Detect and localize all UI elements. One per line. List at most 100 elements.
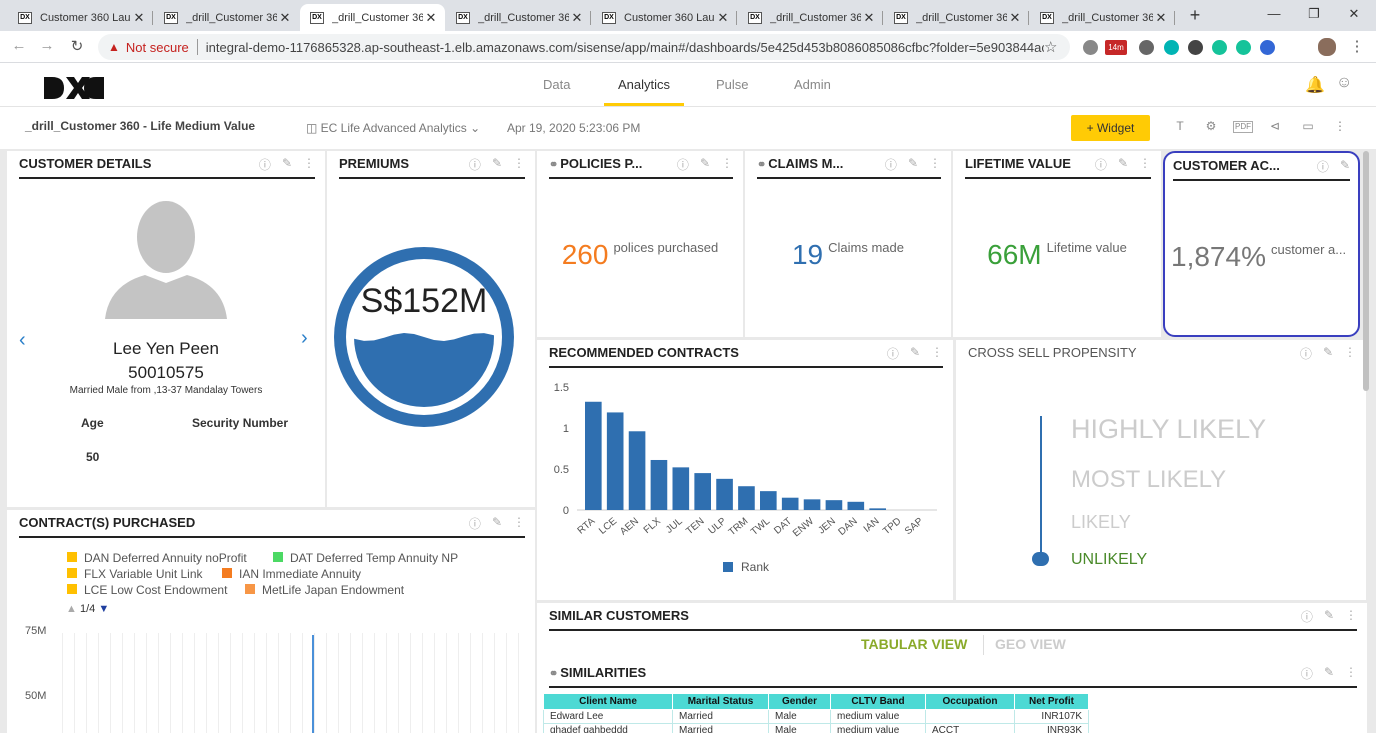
- edit-icon[interactable]: ✎: [1340, 158, 1350, 175]
- info-icon[interactable]: ⓘ: [1300, 345, 1312, 362]
- profile-avatar[interactable]: [1318, 38, 1336, 56]
- legend-item[interactable]: DAT Deferred Temp Annuity NP: [273, 551, 458, 565]
- more-icon[interactable]: ⋮: [1344, 345, 1356, 362]
- column-header[interactable]: Marital Status: [672, 693, 769, 710]
- tab-close-icon[interactable]: ✕: [715, 10, 731, 26]
- edit-icon[interactable]: ✎: [492, 515, 502, 532]
- browser-tab[interactable]: DX _drill_Customer 36 ✕: [154, 4, 299, 31]
- pager-up-icon[interactable]: ▲: [66, 603, 77, 615]
- browser-tab[interactable]: DX _drill_Customer 36 ✕: [446, 4, 591, 31]
- legend-pager[interactable]: ▲ 1/4 ▼: [66, 603, 109, 615]
- more-icon[interactable]: ⋮: [513, 515, 525, 532]
- customer-acquisition-widget[interactable]: CUSTOMER AC... ⓘ ✎ 1,874% customer a...: [1163, 151, 1360, 337]
- edit-icon[interactable]: ✎: [1324, 608, 1334, 625]
- tab-close-icon[interactable]: ✕: [1153, 10, 1169, 26]
- browser-menu-icon[interactable]: ⋮: [1346, 37, 1368, 55]
- bar[interactable]: [803, 499, 821, 510]
- bar[interactable]: [847, 501, 865, 510]
- tab-close-icon[interactable]: ✕: [569, 10, 585, 26]
- monitor-icon[interactable]: ▭: [1298, 119, 1318, 133]
- tab-close-icon[interactable]: ✕: [131, 10, 147, 26]
- edit-icon[interactable]: ✎: [1323, 345, 1333, 362]
- table-row[interactable]: ghadef gahbeddd Married Male medium valu…: [543, 723, 1089, 733]
- tab-close-icon[interactable]: ✕: [423, 10, 439, 26]
- datasource-selector[interactable]: ◫ EC Life Advanced Analytics ⌄: [306, 121, 480, 135]
- url-text[interactable]: integral-demo-1176865328.ap-southeast-1.…: [206, 40, 1044, 55]
- more-icon[interactable]: ⋮: [931, 345, 943, 362]
- new-tab-button[interactable]: +: [1184, 5, 1206, 27]
- edit-icon[interactable]: ✎: [1324, 665, 1334, 682]
- tab-close-icon[interactable]: ✕: [1007, 10, 1023, 26]
- column-header[interactable]: Net Profit: [1014, 693, 1089, 710]
- bar[interactable]: [716, 478, 733, 510]
- nav-data[interactable]: Data: [543, 77, 570, 92]
- more-icon[interactable]: ⋮: [1345, 665, 1357, 682]
- info-icon[interactable]: ⓘ: [259, 156, 271, 173]
- more-icon[interactable]: ⋮: [929, 156, 941, 173]
- info-icon[interactable]: ⓘ: [1301, 608, 1313, 625]
- bar[interactable]: [585, 401, 602, 510]
- grammarly-extension-icon[interactable]: [1236, 40, 1251, 55]
- reload-icon[interactable]: ↻: [66, 37, 88, 55]
- legend-item[interactable]: FLX Variable Unit Link: [67, 567, 203, 581]
- bar[interactable]: [628, 431, 646, 510]
- info-icon[interactable]: ⓘ: [887, 345, 899, 362]
- text-icon[interactable]: T: [1170, 119, 1190, 133]
- browser-tab[interactable]: DX Customer 360 Lau ✕: [8, 4, 153, 31]
- info-icon[interactable]: ⓘ: [1095, 156, 1107, 173]
- column-header[interactable]: Client Name: [543, 693, 673, 710]
- bar[interactable]: [606, 412, 624, 510]
- add-widget-button[interactable]: + Widget: [1071, 115, 1150, 141]
- recycle-extension-icon[interactable]: [1139, 40, 1154, 55]
- extension-icon[interactable]: [1260, 40, 1275, 55]
- tab-close-icon[interactable]: ✕: [277, 10, 293, 26]
- legend-item[interactable]: LCE Low Cost Endowment: [67, 583, 227, 597]
- back-icon[interactable]: ←: [8, 37, 30, 54]
- browser-tab[interactable]: DX _drill_Customer 36 ✕: [300, 4, 445, 31]
- browser-tab[interactable]: DX _drill_Customer 36 ✕: [1030, 4, 1175, 31]
- browser-tab[interactable]: DX _drill_Customer 36 ✕: [884, 4, 1029, 31]
- security-status[interactable]: Not secure: [126, 40, 189, 55]
- extension-icon[interactable]: [1164, 40, 1179, 55]
- browser-tab[interactable]: DX _drill_Customer 36 ✕: [738, 4, 883, 31]
- share-icon[interactable]: ⊲: [1265, 119, 1285, 133]
- bar[interactable]: [869, 508, 886, 510]
- info-icon[interactable]: ⓘ: [469, 156, 481, 173]
- column-header[interactable]: Occupation: [925, 693, 1015, 710]
- pager-down-icon[interactable]: ▼: [98, 603, 109, 615]
- more-icon[interactable]: ⋮: [513, 156, 525, 173]
- column-header[interactable]: CLTV Band: [830, 693, 926, 710]
- bar[interactable]: [650, 459, 668, 510]
- address-bar[interactable]: ▲ Not secure integral-demo-1176865328.ap…: [98, 34, 1070, 60]
- info-icon[interactable]: ⓘ: [677, 156, 689, 173]
- tab-close-icon[interactable]: ✕: [861, 10, 877, 26]
- more-icon[interactable]: ⋮: [1345, 608, 1357, 625]
- edit-icon[interactable]: ✎: [492, 156, 502, 173]
- bar[interactable]: [738, 486, 755, 510]
- info-icon[interactable]: ⓘ: [1301, 665, 1313, 682]
- bell-icon[interactable]: 🔔: [1305, 75, 1325, 95]
- edit-icon[interactable]: ✎: [700, 156, 710, 173]
- bar[interactable]: [781, 497, 799, 510]
- browser-tab[interactable]: DX Customer 360 Lau ✕: [592, 4, 737, 31]
- user-icon[interactable]: ☺: [1336, 74, 1352, 92]
- forward-icon[interactable]: →: [36, 37, 58, 54]
- edit-icon[interactable]: ✎: [282, 156, 292, 173]
- edit-icon[interactable]: ✎: [908, 156, 918, 173]
- legend-item[interactable]: IAN Immediate Annuity: [222, 567, 361, 581]
- info-icon[interactable]: ⓘ: [885, 156, 897, 173]
- extension-icon[interactable]: [1188, 40, 1203, 55]
- bar[interactable]: [760, 491, 777, 510]
- table-row[interactable]: Edward Lee Married Male medium value INR…: [543, 709, 1089, 724]
- more-icon[interactable]: ⋮: [721, 156, 733, 173]
- eyedropper-extension-icon[interactable]: [1083, 40, 1098, 55]
- info-icon[interactable]: ⓘ: [1317, 158, 1329, 175]
- bar[interactable]: [694, 473, 711, 510]
- filter-icon[interactable]: ⚙: [1201, 119, 1221, 133]
- nav-pulse[interactable]: Pulse: [716, 77, 749, 92]
- column-header[interactable]: Gender: [768, 693, 831, 710]
- bar[interactable]: [825, 500, 843, 510]
- close-window-icon[interactable]: ✕: [1331, 6, 1376, 22]
- nav-admin[interactable]: Admin: [794, 77, 831, 92]
- more-icon[interactable]: ⋮: [1330, 119, 1350, 133]
